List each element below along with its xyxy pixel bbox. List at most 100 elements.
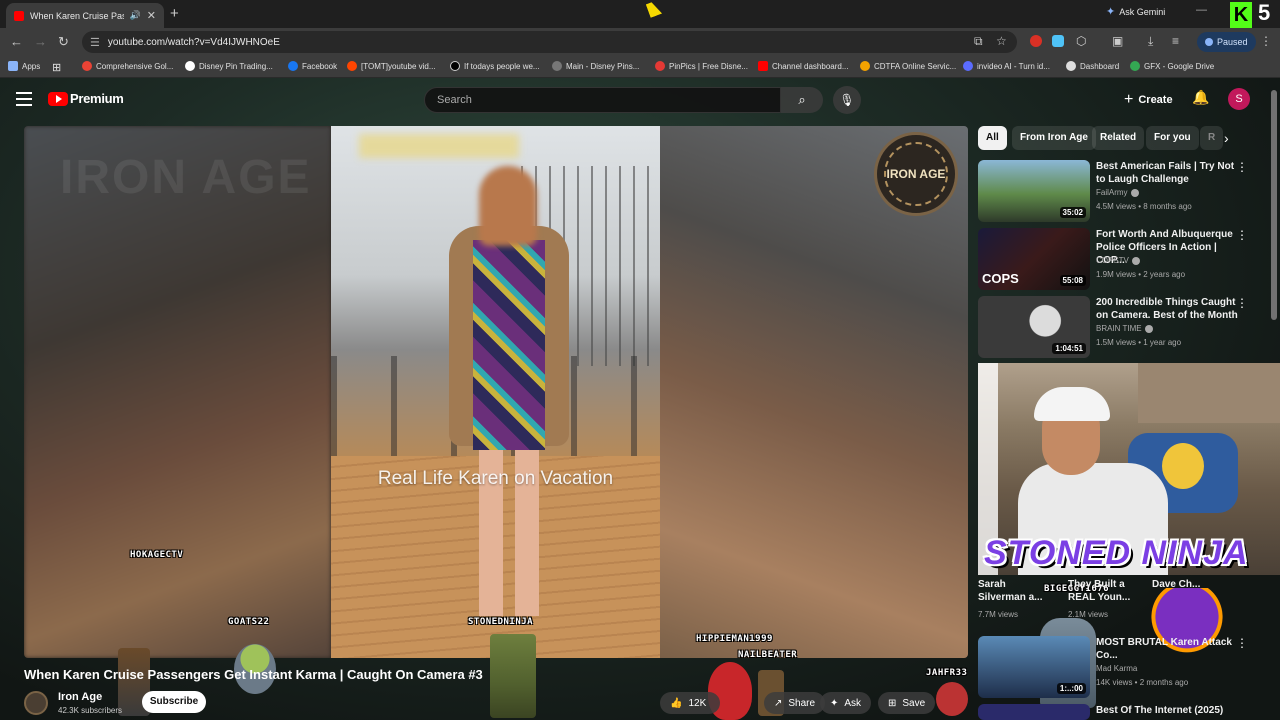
recommendation-item[interactable]: COPS 55:08 Fort Worth And Albuquerque Po… — [978, 228, 1258, 292]
search-input[interactable]: Search — [424, 87, 781, 113]
share-button[interactable]: ↗ Share — [764, 692, 826, 714]
ask-gemini-button[interactable]: ✦ Ask Gemini — [1106, 5, 1165, 18]
side-panel-icon[interactable]: ▣ — [1112, 34, 1123, 48]
more-options-icon[interactable]: ⋮ — [1236, 160, 1248, 174]
video-thumbnail[interactable]: COPS 55:08 — [978, 228, 1090, 290]
bookmark-item[interactable]: GFX - Google Drive — [1130, 61, 1214, 71]
ask-button[interactable]: ✦ Ask — [820, 692, 872, 714]
install-app-icon[interactable]: ⧉ — [974, 34, 983, 49]
profile-paused-button[interactable]: Paused — [1197, 32, 1256, 52]
video-thumbnail[interactable]: 35:02 — [978, 160, 1090, 222]
subscribe-button[interactable]: Subscribe — [142, 691, 206, 713]
chip-related[interactable]: Related — [1092, 126, 1145, 150]
recommendation-channel[interactable]: BRAIN TIME — [1096, 324, 1153, 333]
recommendation-title[interactable]: 200 Incredible Things Caught on Camera. … — [1096, 296, 1238, 322]
bookmark-item[interactable]: Disney Pin Trading... — [185, 61, 273, 71]
recommendation-item[interactable]: 1:04:51 200 Incredible Things Caught on … — [978, 296, 1258, 360]
chip-more[interactable]: R — [1200, 126, 1224, 150]
save-playlist-icon: ⊞ — [888, 697, 897, 709]
extension-blue-icon[interactable] — [1052, 35, 1064, 47]
overlay-username: STONEDNINJA — [468, 617, 534, 627]
voice-search-button[interactable]: 🎙 — [833, 86, 861, 114]
save-label: Save — [902, 697, 926, 709]
recommendation-channel[interactable]: FailArmy — [1096, 188, 1139, 197]
close-tab-icon[interactable]: ✕ — [147, 9, 156, 22]
create-button[interactable]: + Create — [1124, 91, 1173, 109]
chip-for-you[interactable]: For you — [1146, 126, 1199, 150]
bookmark-item[interactable]: Channel dashboard... — [758, 61, 849, 71]
page-scrollbar[interactable] — [1271, 90, 1277, 320]
save-button[interactable]: ⊞ Save — [878, 692, 936, 714]
bookmark-item[interactable]: invideo AI - Turn id... — [963, 61, 1050, 71]
address-bar-row: ← → ↻ ☰ youtube.com/watch?v=Vd4IJWHNOeE … — [0, 28, 1280, 56]
search-button[interactable]: ⌕ — [781, 87, 823, 113]
video-thumbnail[interactable]: 1:..:00 — [978, 636, 1090, 698]
more-options-icon[interactable]: ⋮ — [1236, 228, 1248, 242]
channel-avatar[interactable] — [24, 691, 48, 715]
youtube-brand[interactable]: Premium — [70, 91, 124, 106]
reload-icon[interactable]: ↻ — [58, 34, 69, 50]
channel-name[interactable]: Iron Age — [58, 691, 102, 703]
menu-hamburger-icon[interactable] — [16, 92, 32, 106]
bookmark-item[interactable]: If todays people we... — [450, 61, 540, 71]
chip-from-iron-age[interactable]: From Iron Age — [1012, 126, 1096, 150]
like-button[interactable]: 👍 12K — [660, 692, 720, 714]
grid-item-title[interactable]: Sarah Silverman a... — [978, 578, 1054, 604]
minimize-icon[interactable]: — — [1196, 4, 1207, 16]
account-avatar[interactable]: S — [1228, 88, 1250, 110]
omnibox[interactable]: ☰ youtube.com/watch?v=Vd4IJWHNOeE — [82, 31, 1017, 53]
browser-tab[interactable]: When Karen Cruise Passeng... 🔊 ✕ — [6, 3, 164, 28]
recommendation-channel[interactable]: Mad Karma — [1096, 664, 1137, 673]
media-controls-icon[interactable]: ≡ — [1172, 34, 1179, 48]
bookmark-item[interactable]: Comprehensive Gol... — [82, 61, 173, 71]
extension-red-icon[interactable] — [1030, 35, 1042, 47]
recommendation-item[interactable]: Best Of The Internet (2025) — [978, 704, 1258, 720]
chip-all[interactable]: All — [978, 126, 1007, 150]
speaker-icon[interactable]: 🔊 — [130, 10, 141, 21]
video-thumbnail[interactable]: 1:04:51 — [978, 296, 1090, 358]
create-label: Create — [1138, 94, 1173, 106]
bookmark-star-icon[interactable]: ☆ — [996, 34, 1007, 48]
bookmark-apps[interactable]: Apps — [8, 61, 40, 71]
overlay-username: HIPPIEMAN1999 — [696, 634, 773, 644]
white-cap — [1034, 387, 1110, 421]
more-options-icon[interactable]: ⋮ — [1236, 296, 1248, 310]
ask-gemini-label: Ask Gemini — [1119, 6, 1166, 17]
share-label: Share — [788, 697, 816, 709]
more-options-icon[interactable]: ⋮ — [1236, 636, 1248, 650]
recommendation-meta: 14K views • 2 months ago — [1096, 678, 1189, 687]
youtube-logo-icon[interactable] — [48, 92, 68, 106]
bookmark-item[interactable]: Main - Disney Pins... — [552, 61, 639, 71]
browser-menu-icon[interactable]: ⋮ — [1260, 34, 1272, 48]
bookmark-item[interactable]: Facebook — [288, 61, 337, 71]
site-info-icon[interactable]: ☰ — [90, 36, 100, 49]
bookmark-item[interactable]: CDTFA Online Servic... — [860, 61, 956, 71]
grid-item-meta: 7.7M views — [978, 610, 1019, 619]
back-icon[interactable]: ← — [10, 34, 23, 49]
video-thumbnail[interactable] — [978, 704, 1090, 720]
recommendation-meta: 4.5M views • 8 months ago — [1096, 202, 1192, 211]
extensions-puzzle-icon[interactable]: ⬡ — [1076, 34, 1086, 48]
chevron-right-icon[interactable]: › — [1224, 130, 1229, 146]
bookmark-item[interactable]: [TOMT]youtube vid... — [347, 61, 436, 71]
recommendation-item[interactable]: 35:02 Best American Fails | Try Not to L… — [978, 160, 1258, 224]
duration-badge: 1:..:00 — [1056, 683, 1086, 694]
all-bookmarks-icon[interactable]: ⊞ — [52, 61, 61, 74]
bookmark-item[interactable]: Dashboard — [1066, 61, 1119, 71]
notifications-bell-icon[interactable]: 🔔 — [1192, 89, 1209, 106]
bookmark-item[interactable]: PinPics | Free Disne... — [655, 61, 748, 71]
download-icon[interactable]: ⤓ — [1148, 34, 1153, 49]
recommendation-title[interactable]: Best American Fails | Try Not to Laugh C… — [1096, 160, 1238, 186]
cdtfa-icon — [860, 61, 870, 71]
video-player[interactable]: IRON AGE Real Life Karen on Vacation IRO… — [24, 126, 968, 658]
recommendation-item[interactable]: 1:..:00 MOST BRUTAL Karen Attack Co... M… — [978, 636, 1258, 700]
duration-badge: 1:04:51 — [1052, 343, 1086, 354]
recommendation-title[interactable]: Best Of The Internet (2025) — [1096, 704, 1238, 717]
recommendation-title[interactable]: MOST BRUTAL Karen Attack Co... — [1096, 636, 1238, 662]
new-tab-button[interactable]: + — [170, 5, 179, 22]
verified-icon — [1144, 324, 1153, 333]
recommendation-channel[interactable]: COPSTV — [1096, 256, 1140, 265]
grid-item-title[interactable]: They Built a REAL Youn... — [1068, 578, 1138, 604]
forward-icon[interactable]: → — [34, 34, 47, 49]
bookmark-label: Main - Disney Pins... — [566, 61, 640, 71]
